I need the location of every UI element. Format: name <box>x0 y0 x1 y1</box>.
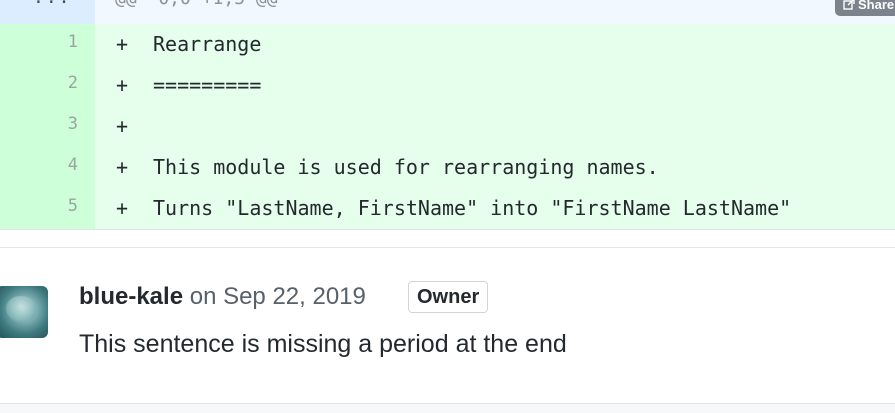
code-text: This module is used for rearranging name… <box>153 155 659 179</box>
code-cell: + This module is used for rearranging na… <box>95 147 895 188</box>
code-cell: + Rearrange <box>95 24 895 65</box>
diff-line: 2 + ========= <box>0 65 895 106</box>
line-number[interactable]: 2 <box>0 65 95 106</box>
diff-line: 4 + This module is used for rearranging … <box>0 147 895 188</box>
addition-marker: + <box>116 73 129 97</box>
line-number[interactable]: 3 <box>0 106 95 147</box>
hunk-expand-dots: ... <box>33 0 72 8</box>
owner-badge: Owner <box>408 281 489 313</box>
hunk-header: @@ -0,0 +1,5 @@ <box>115 0 278 9</box>
external-link-icon <box>843 0 855 10</box>
code-text: ========= <box>153 73 262 97</box>
diff-body: 1 + Rearrange 2 + ========= 3 + 4 + This… <box>0 24 895 229</box>
diff-line: 5 + Turns "LastName, FirstName" into "Fi… <box>0 188 895 229</box>
expand-hunk-button[interactable]: ... <box>0 0 95 24</box>
share-button-label: Share <box>858 0 895 12</box>
comment-footer <box>0 403 895 413</box>
code-cell: + Turns "LastName, FirstName" into "Firs… <box>95 188 895 229</box>
review-comment: blue-kale on Sep 22, 2019 Owner This sen… <box>0 248 895 403</box>
code-text: Rearrange <box>153 32 262 56</box>
line-number[interactable]: 1 <box>0 24 95 65</box>
addition-marker: + <box>116 155 129 179</box>
code-cell: + ========= <box>95 65 895 106</box>
line-number[interactable]: 5 <box>0 188 95 229</box>
code-text: Turns "LastName, FirstName" into "FirstN… <box>153 196 792 220</box>
comment-timestamp-link[interactable]: Sep 22, 2019 <box>223 283 366 310</box>
avatar-leaf-image <box>6 296 36 322</box>
diff-hunk-header-row: ... @@ -0,0 +1,5 @@ <box>0 0 895 24</box>
addition-marker: + <box>116 32 129 56</box>
comment-author-link[interactable]: blue-kale <box>79 283 183 310</box>
line-number[interactable]: 4 <box>0 147 95 188</box>
addition-marker: + <box>116 114 129 138</box>
code-cell: + <box>95 106 895 147</box>
avatar[interactable] <box>0 286 48 338</box>
divider <box>0 229 895 230</box>
comment-body: This sentence is missing a period at the… <box>79 330 567 358</box>
share-button[interactable]: Share <box>835 0 895 16</box>
addition-marker: + <box>116 196 129 220</box>
comment-on-text: on <box>183 283 224 310</box>
diff-line: 3 + <box>0 106 895 147</box>
comment-header: blue-kale on Sep 22, 2019 <box>79 283 366 311</box>
diff-line: 1 + Rearrange <box>0 24 895 65</box>
